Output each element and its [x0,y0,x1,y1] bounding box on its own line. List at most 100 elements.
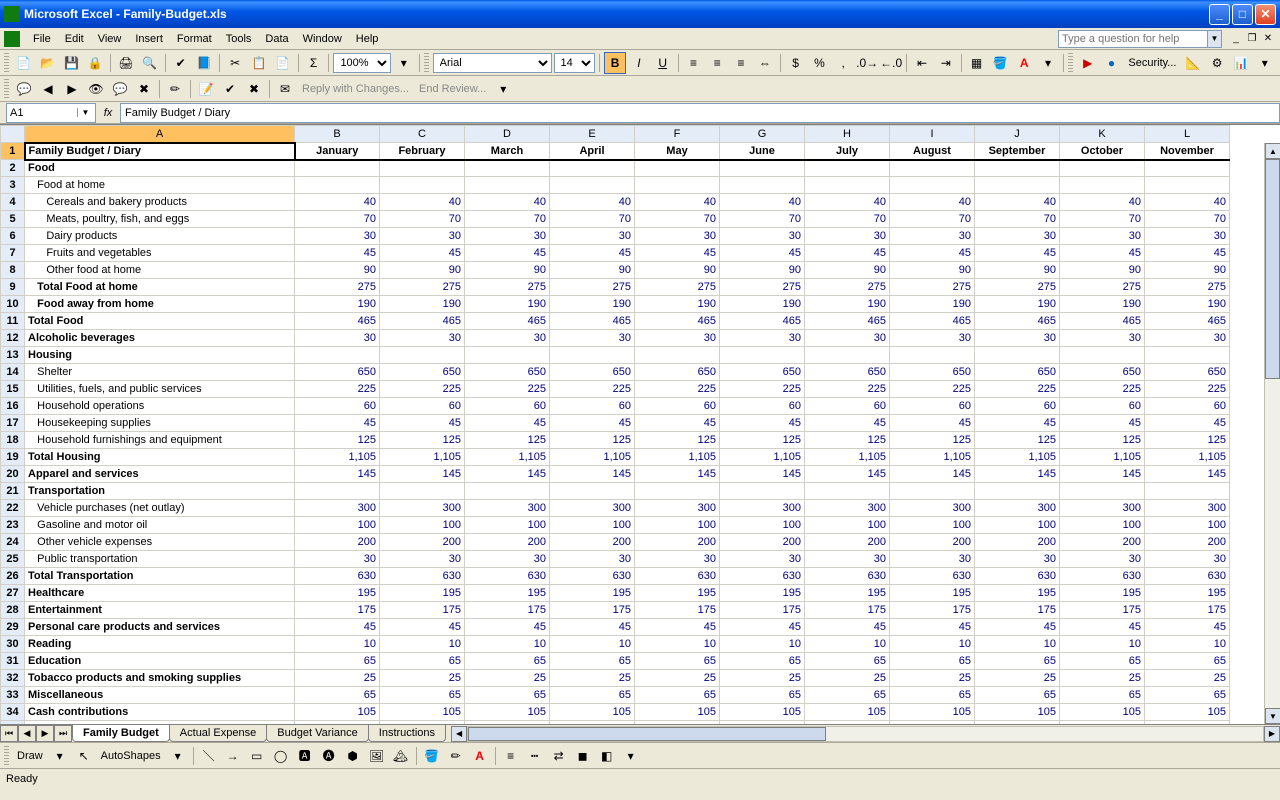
cell-A22[interactable]: Vehicle purchases (net outlay) [25,500,295,517]
cell-C7[interactable]: 45 [380,245,465,262]
cell-C29[interactable]: 45 [380,619,465,636]
cell-L23[interactable]: 100 [1145,517,1230,534]
cell-D33[interactable]: 65 [465,687,550,704]
cell-H2[interactable] [805,160,890,177]
cell-H22[interactable]: 300 [805,500,890,517]
cell-F2[interactable] [635,160,720,177]
cell-A23[interactable]: Gasoline and motor oil [25,517,295,534]
cell-J28[interactable]: 175 [975,602,1060,619]
row-header-20[interactable]: 20 [1,466,25,483]
cell-E11[interactable]: 465 [550,313,635,330]
cell-F30[interactable]: 10 [635,636,720,653]
cell-J19[interactable]: 1,105 [975,449,1060,466]
cell-I14[interactable]: 650 [890,364,975,381]
cell-C35[interactable] [380,721,465,725]
cell-J29[interactable]: 45 [975,619,1060,636]
cell-C15[interactable]: 225 [380,381,465,398]
cell-D15[interactable]: 225 [465,381,550,398]
security-toolbar-options-icon[interactable]: ▾ [1254,52,1276,74]
cell-B6[interactable]: 30 [295,228,380,245]
cell-K8[interactable]: 90 [1060,262,1145,279]
cell-D7[interactable]: 45 [465,245,550,262]
line-icon[interactable]: ＼ [198,745,220,767]
menu-edit[interactable]: Edit [58,31,91,47]
cell-D8[interactable]: 90 [465,262,550,279]
fill-color-button[interactable]: 🪣 [989,52,1011,74]
cell-G14[interactable]: 650 [720,364,805,381]
cell-K9[interactable]: 275 [1060,279,1145,296]
cell-G33[interactable]: 65 [720,687,805,704]
cell-L18[interactable]: 125 [1145,432,1230,449]
cell-K21[interactable] [1060,483,1145,500]
cell-D26[interactable]: 630 [465,568,550,585]
cell-month-0[interactable]: January [295,143,380,160]
cell-G5[interactable]: 70 [720,211,805,228]
cell-H35[interactable] [805,721,890,725]
row-header-9[interactable]: 9 [1,279,25,296]
cell-F12[interactable]: 30 [635,330,720,347]
cell-B5[interactable]: 70 [295,211,380,228]
cell-K12[interactable]: 30 [1060,330,1145,347]
permission-button[interactable]: 🔒 [84,52,106,74]
increase-decimal-button[interactable]: .0→ [856,52,878,74]
cell-J34[interactable]: 105 [975,704,1060,721]
end-review-button[interactable]: End Review... [415,83,490,95]
cell-C22[interactable]: 300 [380,500,465,517]
cell-B31[interactable]: 65 [295,653,380,670]
cell-I5[interactable]: 70 [890,211,975,228]
cell-D25[interactable]: 30 [465,551,550,568]
tab-last-icon[interactable]: ⏭ [54,725,72,742]
cell-C10[interactable]: 190 [380,296,465,313]
row-header-32[interactable]: 32 [1,670,25,687]
cell-I17[interactable]: 45 [890,415,975,432]
textbox-icon[interactable]: 🅰 [294,745,316,767]
row-header-23[interactable]: 23 [1,517,25,534]
cell-H32[interactable]: 25 [805,670,890,687]
cell-H26[interactable]: 630 [805,568,890,585]
cell-F15[interactable]: 225 [635,381,720,398]
cell-K11[interactable]: 465 [1060,313,1145,330]
cell-A4[interactable]: Cereals and bakery products [25,194,295,211]
cell-I9[interactable]: 275 [890,279,975,296]
cell-J4[interactable]: 40 [975,194,1060,211]
zoom-combo[interactable]: 100% [333,53,390,73]
cell-L13[interactable] [1145,347,1230,364]
cell-G2[interactable] [720,160,805,177]
comma-button[interactable]: , [832,52,854,74]
cell-J13[interactable] [975,347,1060,364]
cell-A7[interactable]: Fruits and vegetables [25,245,295,262]
design-mode-button[interactable]: 📊 [1230,52,1252,74]
format-toolbar-options-icon[interactable]: ▾ [1037,52,1059,74]
menu-file[interactable]: File [26,31,58,47]
cell-H34[interactable]: 105 [805,704,890,721]
spelling-button[interactable]: ✔ [170,52,192,74]
cell-H5[interactable]: 70 [805,211,890,228]
cell-H9[interactable]: 275 [805,279,890,296]
cell-G26[interactable]: 630 [720,568,805,585]
cell-J23[interactable]: 100 [975,517,1060,534]
cell-G10[interactable]: 190 [720,296,805,313]
cell-J21[interactable] [975,483,1060,500]
cell-L29[interactable]: 45 [1145,619,1230,636]
scroll-down-icon[interactable]: ▼ [1265,708,1280,724]
cell-K32[interactable]: 25 [1060,670,1145,687]
cell-F11[interactable]: 465 [635,313,720,330]
cell-E8[interactable]: 90 [550,262,635,279]
cell-A21[interactable]: Transportation [25,483,295,500]
cell-month-7[interactable]: August [890,143,975,160]
cell-C21[interactable] [380,483,465,500]
cell-L7[interactable]: 45 [1145,245,1230,262]
cell-G30[interactable]: 10 [720,636,805,653]
cell-C33[interactable]: 65 [380,687,465,704]
cell-G22[interactable]: 300 [720,500,805,517]
cell-K28[interactable]: 175 [1060,602,1145,619]
align-left-button[interactable]: ≡ [683,52,705,74]
cell-C19[interactable]: 1,105 [380,449,465,466]
row-header-14[interactable]: 14 [1,364,25,381]
cut-button[interactable]: ✂ [224,52,246,74]
cell-C17[interactable]: 45 [380,415,465,432]
cell-C8[interactable]: 90 [380,262,465,279]
cell-L27[interactable]: 195 [1145,585,1230,602]
cell-L3[interactable] [1145,177,1230,194]
doc-close-button[interactable]: ✕ [1260,32,1276,46]
